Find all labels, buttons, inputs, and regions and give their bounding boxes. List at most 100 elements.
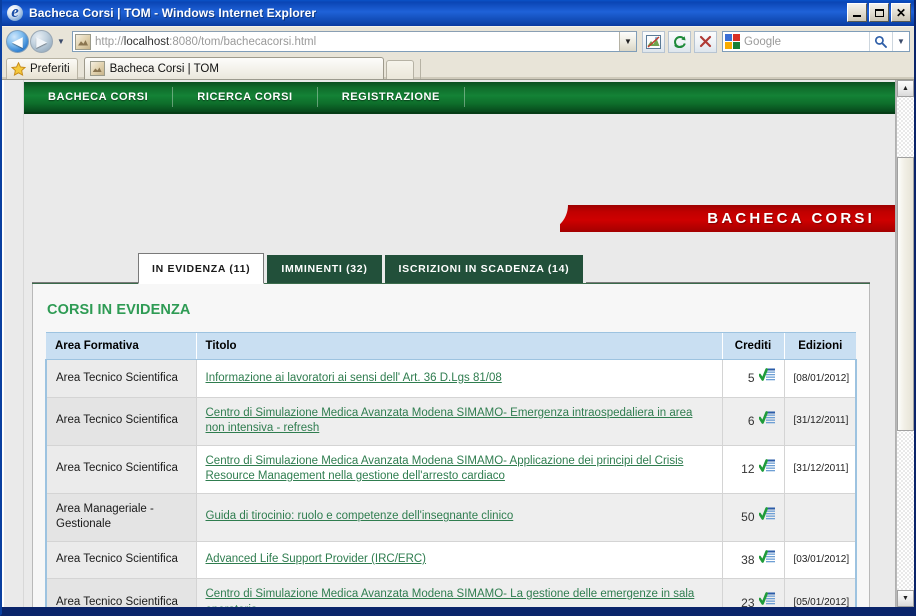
scroll-up-button[interactable]: ▲	[897, 80, 914, 97]
cell-edizioni: [08/01/2012]	[784, 359, 857, 398]
chevron-down-icon: ▼	[57, 37, 65, 46]
browser-tab[interactable]: Bacheca Corsi | TOM	[83, 57, 384, 79]
cell-area-formativa: Area Tecnico Scientifica	[45, 578, 197, 607]
tab-iscrizioni-in-scadenza[interactable]: ISCRIZIONI IN SCADENZA (14)	[384, 255, 584, 283]
triangle-down-icon: ▼	[902, 595, 909, 602]
maximize-button[interactable]	[869, 3, 889, 22]
triangle-up-icon: ▲	[902, 85, 909, 92]
checklist-green-icon[interactable]	[758, 592, 775, 607]
site-navigation-bar: BACHECA CORSI RICERCA CORSI REGISTRAZION…	[24, 82, 895, 114]
checklist-green-icon[interactable]	[758, 549, 775, 571]
table-row: Area Tecnico Scientifica Centro di Simula…	[45, 578, 857, 607]
cell-crediti: 38	[721, 541, 785, 580]
sitenav-item-ricerca-corsi[interactable]: RICERCA CORSI	[173, 82, 316, 112]
content-tabs: IN EVIDENZA (11) IMMINENTI (32) ISCRIZIO…	[32, 253, 870, 284]
sitenav-label: BACHECA CORSI	[48, 91, 149, 103]
table-header-row: Area Formativa Titolo Crediti Edizioni	[46, 332, 856, 360]
page-banner: BACHECA CORSI	[534, 205, 895, 232]
refresh-button[interactable]	[668, 30, 691, 53]
table-row: Area Tecnico Scientifica Centro di Simula…	[45, 445, 857, 494]
search-dropdown-button[interactable]: ▼	[892, 32, 909, 51]
cell-crediti: 50	[721, 493, 785, 542]
scroll-down-button[interactable]: ▼	[897, 590, 914, 607]
credits-value: 23	[741, 595, 755, 607]
courses-table: Area Formativa Titolo Crediti Edizioni A…	[45, 332, 857, 607]
address-bar[interactable]: http://localhost:8080/tom/bachecacorsi.h…	[72, 31, 637, 52]
browser-chrome: ◀ ▶ ▼ http://localhost:8080/tom/bachecac…	[2, 26, 914, 79]
stop-button[interactable]	[694, 30, 717, 53]
close-x-icon	[699, 35, 712, 48]
favorites-button[interactable]: Preferiti	[6, 58, 78, 79]
cell-titolo: Centro di Simulazione Medica Avanzata Mo…	[196, 397, 722, 446]
window-controls: ✕	[847, 3, 911, 22]
page-scrollbar[interactable]: ▲ ▼	[896, 80, 914, 607]
scrollbar-thumb[interactable]	[897, 157, 914, 431]
cell-edizioni: [31/12/2011]	[784, 397, 857, 446]
sitenav-item-registrazione[interactable]: REGISTRAZIONE	[318, 82, 464, 112]
sitenav-item-bacheca-corsi[interactable]: BACHECA CORSI	[24, 82, 172, 112]
forward-button[interactable]: ▶	[30, 30, 53, 53]
search-input[interactable]: Google	[744, 36, 781, 48]
browser-window: e Bacheca Corsi | TOM - Windows Internet…	[0, 0, 916, 616]
cell-area-formativa: Area Tecnico Scientifica	[45, 397, 197, 446]
history-dropdown-button[interactable]: ▼	[54, 32, 68, 52]
search-box[interactable]: Google ▼	[722, 31, 910, 52]
url-path: :8080/tom/bachecacorsi.html	[169, 35, 317, 48]
back-button[interactable]: ◀	[6, 30, 29, 53]
tab-imminenti[interactable]: IMMINENTI (32)	[267, 255, 382, 283]
address-dropdown-button[interactable]: ▼	[619, 32, 636, 51]
table-row: Area Tecnico Scientifica Advanced Life Su…	[45, 541, 857, 580]
courses-table-body: Area Tecnico Scientifica Informazione ai …	[45, 359, 857, 607]
search-go-button[interactable]	[869, 32, 891, 51]
tabs-trailing-spacer	[586, 282, 870, 283]
checklist-green-icon[interactable]	[758, 458, 775, 480]
course-title-link[interactable]: Centro di Simulazione Medica Avanzata Mo…	[206, 588, 695, 607]
cell-area-formativa: Area Manageriale - Gestionale	[45, 493, 197, 542]
column-header-area: Area Formativa	[46, 332, 196, 360]
forward-arrow-icon: ▶	[36, 34, 47, 49]
credits-value: 6	[747, 413, 755, 428]
column-header-edizioni: Edizioni	[783, 332, 856, 360]
cell-crediti: 5	[721, 359, 785, 398]
checklist-green-icon[interactable]	[758, 507, 775, 528]
tab-in-evidenza[interactable]: IN EVIDENZA (11)	[138, 253, 265, 284]
page-left-margin	[4, 80, 24, 607]
checklist-green-icon[interactable]	[758, 410, 775, 432]
course-title-link[interactable]: Centro di Simulazione Medica Avanzata Mo…	[206, 455, 684, 483]
cell-titolo: Guida di tirocinio: ruolo e competenze d…	[196, 493, 722, 542]
chevron-down-icon: ▼	[897, 37, 905, 46]
title-bar: e Bacheca Corsi | TOM - Windows Internet…	[2, 0, 914, 26]
compatibility-view-button[interactable]	[642, 30, 665, 53]
content-panel: CORSI IN EVIDENZA Area Formativa Titolo …	[32, 284, 870, 607]
cell-edizioni: [31/12/2011]	[784, 445, 857, 494]
internet-explorer-icon: e	[6, 2, 24, 22]
panel-heading: CORSI IN EVIDENZA	[47, 302, 191, 318]
cell-titolo: Centro di Simulazione Medica Avanzata Mo…	[196, 445, 722, 494]
close-button[interactable]: ✕	[891, 3, 911, 22]
cell-crediti: 23	[721, 578, 785, 607]
star-icon	[11, 62, 26, 76]
tabs-leading-spacer	[32, 282, 138, 283]
checklist-green-icon[interactable]	[758, 368, 775, 389]
sitenav-label: REGISTRAZIONE	[341, 91, 440, 103]
address-input[interactable]: http://localhost:8080/tom/bachecacorsi.h…	[95, 36, 316, 48]
url-host: localhost	[123, 35, 170, 48]
course-title-link[interactable]: Guida di tirocinio: ruolo e competenze d…	[206, 510, 514, 522]
cell-edizioni	[784, 493, 857, 542]
cell-titolo: Informazione ai lavoratori ai sensi dell…	[196, 359, 722, 398]
minimize-button[interactable]	[847, 3, 867, 22]
new-tab-button[interactable]	[385, 60, 414, 79]
credits-value: 12	[741, 461, 755, 476]
course-title-link[interactable]: Advanced Life Support Provider (IRC/ERC)	[206, 553, 427, 565]
tab-strip-divider	[419, 59, 421, 79]
tab-label: ISCRIZIONI IN SCADENZA (14)	[398, 263, 570, 275]
web-page: BACHECA CORSI RICERCA CORSI REGISTRAZION…	[2, 80, 896, 607]
browser-tab-label: Bacheca Corsi | TOM	[109, 62, 219, 75]
cell-area-formativa: Area Tecnico Scientifica	[45, 541, 197, 580]
google-icon	[725, 34, 740, 49]
course-title-link[interactable]: Centro di Simulazione Medica Avanzata Mo…	[206, 407, 693, 435]
course-title-link[interactable]: Informazione ai lavoratori ai sensi dell…	[206, 372, 502, 384]
favorites-and-tabs-bar: Preferiti Bacheca Corsi | TOM	[2, 55, 914, 79]
tab-label: IMMINENTI (32)	[281, 263, 368, 275]
cell-crediti: 6	[721, 397, 785, 446]
